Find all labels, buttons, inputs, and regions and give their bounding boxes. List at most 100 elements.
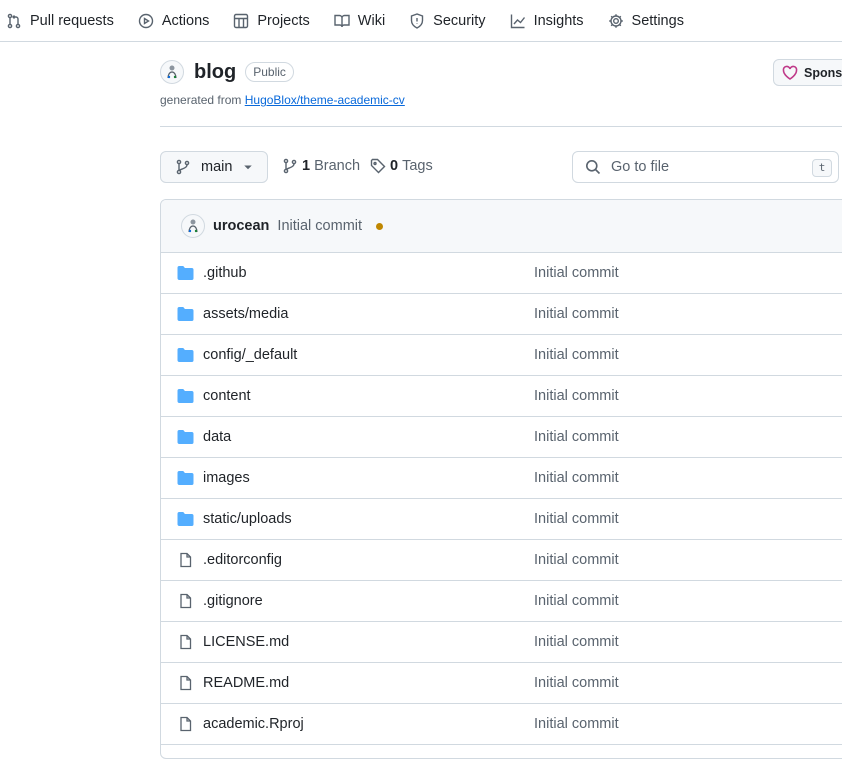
generated-prefix: generated from [160, 93, 242, 107]
table-row[interactable]: assets/media Initial commit [161, 294, 842, 335]
file-icon [177, 593, 194, 609]
file-table: urocean Initial commit .github Initial co… [160, 199, 842, 759]
nav-label: Pull requests [30, 12, 114, 29]
go-to-file-search[interactable]: t [572, 151, 839, 183]
nav-insights[interactable]: Insights [510, 13, 584, 29]
nav-label: Projects [257, 12, 310, 29]
nav-projects[interactable]: Projects [233, 12, 310, 29]
tags-link[interactable]: 0 Tags [370, 158, 433, 174]
file-name[interactable]: assets/media [203, 306, 288, 322]
file-name[interactable]: .gitignore [203, 593, 263, 609]
nav-label: Insights [533, 12, 584, 29]
nav-actions[interactable]: Actions [138, 12, 210, 29]
file-list: .github Initial commit assets/media Initial… [161, 253, 842, 745]
folder-icon [177, 306, 194, 322]
file-icon [177, 675, 194, 691]
file-name[interactable]: .editorconfig [203, 552, 282, 568]
search-icon [586, 160, 601, 175]
table-row[interactable]: content Initial commit [161, 376, 842, 417]
folder-icon [177, 388, 194, 404]
commit-author[interactable]: urocean [213, 218, 269, 234]
last-commit-message[interactable]: Initial commit [534, 716, 619, 732]
folder-icon [177, 511, 194, 527]
last-commit-message[interactable]: Initial commit [534, 593, 619, 609]
template-repo-link[interactable]: HugoBlox/theme-academic-cv [245, 93, 405, 107]
book-icon [334, 14, 350, 27]
last-commit-message[interactable]: Initial commit [534, 347, 619, 363]
caret-down-icon [244, 165, 253, 170]
file-name[interactable]: LICENSE.md [203, 634, 289, 650]
graph-icon [510, 14, 525, 28]
go-to-file-input[interactable] [609, 158, 803, 176]
shield-icon [410, 12, 424, 29]
table-row[interactable]: images Initial commit [161, 458, 842, 499]
owner-avatar-icon [167, 65, 177, 79]
tag-count: 0 [390, 158, 399, 174]
file-name[interactable]: config/_default [203, 347, 297, 363]
last-commit-message[interactable]: Initial commit [534, 470, 619, 486]
commit-status-dot[interactable] [376, 222, 384, 230]
branch-icon [283, 158, 297, 174]
branch-select-button[interactable]: main [160, 151, 268, 183]
nav-pull-requests[interactable]: Pull requests [6, 13, 114, 29]
last-commit-message[interactable]: Initial commit [534, 634, 619, 650]
last-commit-message[interactable]: Initial commit [534, 552, 619, 568]
file-icon [177, 552, 194, 568]
nav-security[interactable]: Security [409, 12, 486, 29]
table-row[interactable]: static/uploads Initial commit [161, 499, 842, 540]
sponsor-button[interactable]: Sponsor [773, 59, 842, 86]
file-name[interactable]: images [203, 470, 250, 486]
table-icon [234, 13, 249, 28]
nav-label: Actions [161, 12, 210, 29]
table-row[interactable]: .gitignore Initial commit [161, 581, 842, 622]
repo-nav: Pull requests Actions Projects Wiki Secu… [0, 0, 842, 42]
table-row[interactable]: data Initial commit [161, 417, 842, 458]
pull-request-icon [7, 13, 21, 28]
file-name[interactable]: data [203, 429, 231, 445]
last-commit-message[interactable]: Initial commit [534, 306, 619, 322]
folder-icon [177, 347, 194, 363]
header-divider [160, 126, 842, 127]
file-name[interactable]: academic.Rproj [203, 716, 304, 732]
user-avatar-icon [188, 219, 198, 233]
table-row[interactable]: LICENSE.md Initial commit [161, 622, 842, 663]
table-row[interactable]: academic.Rproj Initial commit [161, 704, 842, 745]
avatar[interactable] [181, 214, 205, 238]
branch-label: Branch [314, 158, 361, 174]
repo-name[interactable]: blog [194, 61, 236, 84]
last-commit-message[interactable]: Initial commit [534, 429, 619, 445]
folder-icon [177, 265, 194, 281]
latest-commit-row: urocean Initial commit [161, 200, 842, 253]
visibility-badge: Public [245, 62, 294, 82]
last-commit-message[interactable]: Initial commit [534, 675, 619, 691]
generated-from: generated from HugoBlox/theme-academic-c… [160, 93, 405, 107]
nav-wiki[interactable]: Wiki [334, 13, 385, 29]
branch-icon [176, 159, 190, 175]
keyboard-shortcut-hint: t [812, 159, 832, 177]
file-name[interactable]: content [203, 388, 251, 404]
last-commit-message[interactable]: Initial commit [534, 265, 619, 281]
table-row[interactable]: README.md Initial commit [161, 663, 842, 704]
file-name[interactable]: .github [203, 265, 247, 281]
avatar[interactable] [160, 60, 184, 84]
file-name[interactable]: static/uploads [203, 511, 292, 527]
repo-header: blog Public [160, 60, 294, 84]
nav-label: Security [433, 12, 486, 29]
branches-link[interactable]: 1 Branch [282, 158, 360, 174]
tag-icon [370, 158, 386, 174]
commit-message[interactable]: Initial commit [277, 218, 362, 234]
sponsor-label: Sponsor [804, 65, 842, 80]
folder-icon [177, 470, 194, 486]
table-row[interactable]: .editorconfig Initial commit [161, 540, 842, 581]
table-row[interactable]: .github Initial commit [161, 253, 842, 294]
last-commit-message[interactable]: Initial commit [534, 388, 619, 404]
file-name[interactable]: README.md [203, 675, 289, 691]
gear-icon [608, 13, 623, 28]
last-commit-message[interactable]: Initial commit [534, 511, 619, 527]
heart-icon [782, 65, 798, 80]
branch-count: 1 [302, 158, 311, 174]
nav-settings[interactable]: Settings [608, 13, 684, 29]
file-icon [177, 634, 194, 650]
table-row[interactable]: config/_default Initial commit [161, 335, 842, 376]
tag-label: Tags [402, 158, 433, 174]
